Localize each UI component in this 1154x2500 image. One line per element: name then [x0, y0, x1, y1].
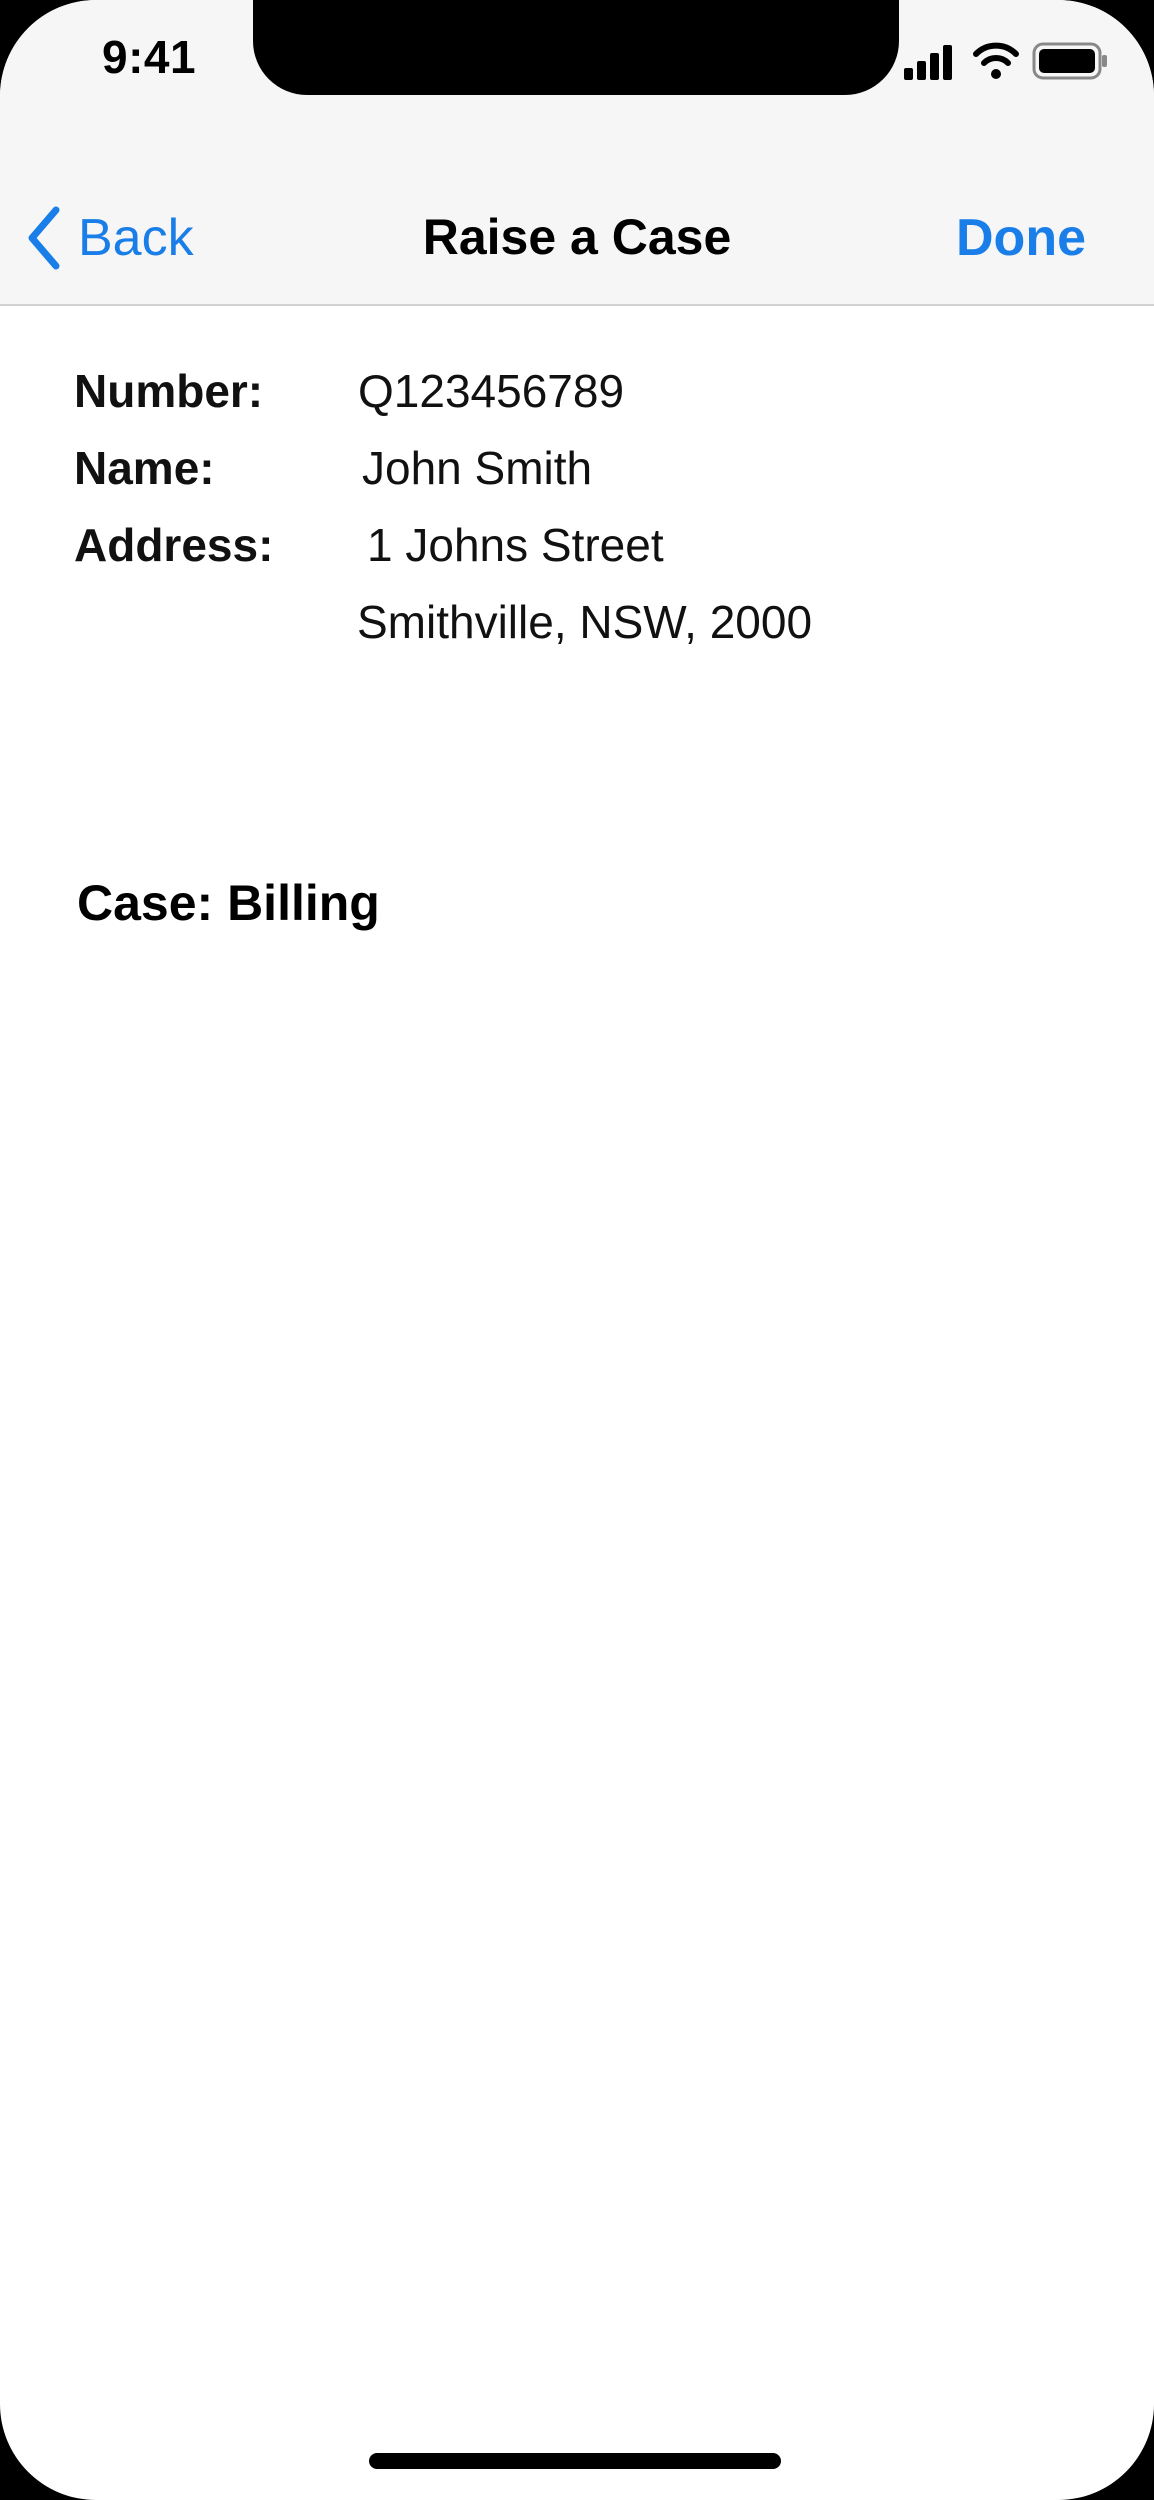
battery-icon — [1032, 42, 1107, 80]
navigation-header: 9:41 Back Raise a Case Done — [0, 0, 1154, 306]
status-time: 9:41 — [102, 31, 197, 83]
cellular-signal-icon — [904, 45, 952, 80]
status-icons — [900, 38, 1110, 84]
address-line-1: 1 Johns Street — [367, 519, 664, 571]
number-value: Q123456789 — [358, 365, 625, 417]
name-value: John Smith — [362, 442, 593, 494]
address-line-2: Smithville, NSW, 2000 — [357, 596, 813, 648]
phone-screen: 9:41 Back Raise a Case Done Number: Q123… — [0, 0, 1154, 2500]
address-label: Address: — [74, 519, 274, 571]
device-notch — [253, 0, 899, 95]
case-heading: Case: Billing — [77, 875, 380, 931]
name-label: Name: — [74, 442, 215, 494]
wifi-icon — [973, 42, 1019, 79]
done-button[interactable]: Done — [956, 208, 1086, 268]
home-indicator[interactable] — [369, 2453, 781, 2469]
number-label: Number: — [74, 365, 264, 417]
